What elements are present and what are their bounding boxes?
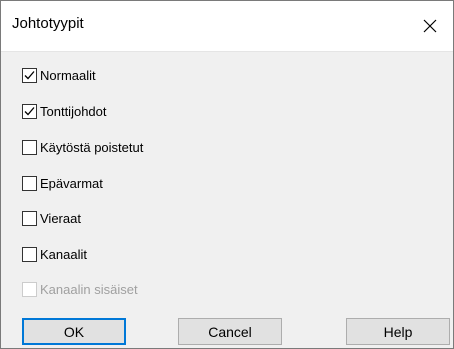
dialog-window: Johtotyypit Normaalit Tonttijohdot Käytö… (0, 0, 454, 349)
dialog-title: Johtotyypit (12, 15, 84, 32)
dialog-body: Normaalit Tonttijohdot Käytöstä poistetu… (1, 52, 453, 348)
checkbox-box[interactable] (22, 175, 37, 191)
checkbox-label: Vieraat (40, 210, 81, 226)
checkbox-normaalit[interactable]: Normaalit (22, 65, 96, 85)
checkbox-box[interactable] (22, 67, 37, 83)
checkbox-tonttijohdot[interactable]: Tonttijohdot (22, 101, 107, 121)
checkbox-kanaalin-sisaiset: Kanaalin sisäiset (22, 279, 138, 299)
checkbox-kaytosta-poistetut[interactable]: Käytöstä poistetut (22, 137, 143, 157)
checkbox-box[interactable] (22, 210, 37, 226)
checkbox-label: Normaalit (40, 67, 96, 83)
checkbox-label: Kanaalin sisäiset (40, 281, 138, 297)
checkbox-box[interactable] (22, 139, 37, 155)
checkbox-kanaalit[interactable]: Kanaalit (22, 244, 87, 264)
checkmark-icon (24, 70, 35, 79)
checkbox-epavarmat[interactable]: Epävarmat (22, 173, 103, 193)
checkmark-icon (24, 106, 35, 115)
checkbox-box (22, 281, 37, 297)
checkbox-label: Epävarmat (40, 175, 103, 191)
checkbox-box[interactable] (22, 246, 37, 262)
checkbox-label: Kanaalit (40, 246, 87, 262)
close-button[interactable] (407, 1, 453, 51)
cancel-button[interactable]: Cancel (178, 318, 282, 345)
help-button[interactable]: Help (346, 318, 450, 345)
ok-button[interactable]: OK (22, 318, 126, 345)
checkbox-label: Tonttijohdot (40, 103, 107, 119)
title-bar: Johtotyypit (1, 1, 453, 52)
checkbox-label: Käytöstä poistetut (40, 139, 144, 155)
checkbox-box[interactable] (22, 103, 37, 119)
close-icon (423, 19, 437, 33)
checkbox-vieraat[interactable]: Vieraat (22, 208, 81, 228)
